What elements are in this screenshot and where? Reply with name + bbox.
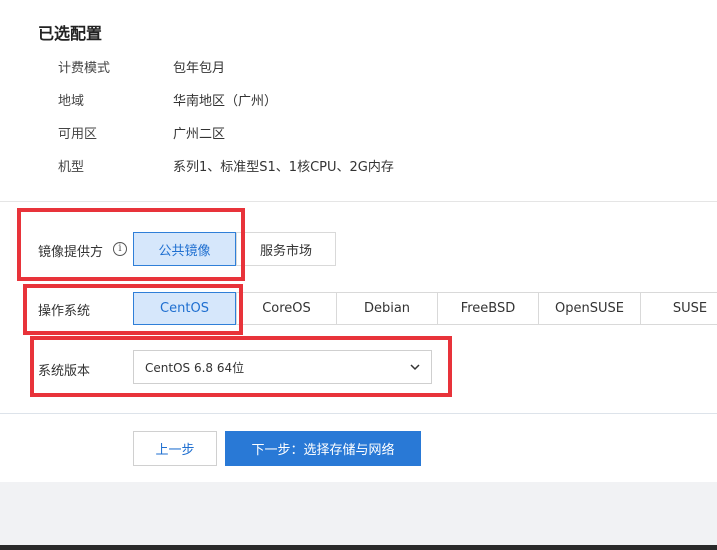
region-label: 地域	[58, 94, 85, 109]
os-option-freebsd[interactable]: FreeBSD	[437, 292, 538, 325]
instance-type-value: 系列1、标准型S1、1核CPU、2G内存	[173, 160, 394, 175]
instance-type-label: 机型	[58, 160, 85, 175]
os-option-coreos[interactable]: CoreOS	[236, 292, 336, 325]
bottom-edge-bar	[0, 545, 717, 550]
page-background-area	[0, 482, 717, 545]
section-divider	[0, 201, 717, 202]
highlight-box-version	[30, 336, 452, 397]
billing-mode-value: 包年包月	[173, 61, 226, 76]
marketplace-button[interactable]: 服务市场	[236, 232, 336, 266]
selected-config-title: 已选配置	[38, 24, 103, 43]
os-option-opensuse[interactable]: OpenSUSE	[538, 292, 640, 325]
os-option-suse[interactable]: SUSE	[640, 292, 717, 325]
billing-mode-label: 计费模式	[58, 61, 111, 76]
highlight-box-os	[23, 284, 243, 335]
highlight-box-image-provider	[17, 208, 245, 281]
prev-step-button[interactable]: 上一步	[133, 431, 217, 466]
os-option-debian[interactable]: Debian	[336, 292, 437, 325]
zone-value: 广州二区	[173, 127, 226, 142]
zone-label: 可用区	[58, 127, 98, 142]
region-value: 华南地区（广州）	[173, 94, 278, 109]
next-step-button[interactable]: 下一步：选择存储与网络	[225, 431, 421, 466]
